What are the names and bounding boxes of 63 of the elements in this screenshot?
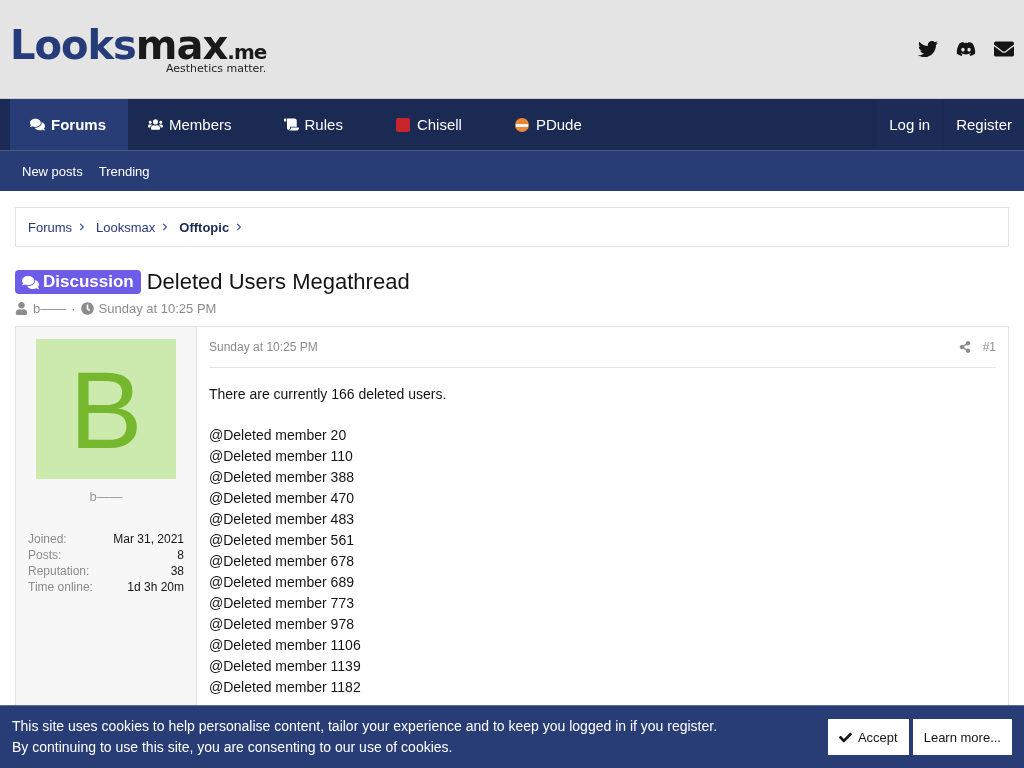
mention-link[interactable]: @Deleted member 483 [209, 509, 996, 530]
chevron-icon [161, 223, 170, 231]
accept-button[interactable]: Accept [827, 719, 909, 755]
learn-more-button[interactable]: Learn more... [912, 719, 1012, 755]
comments-icon [30, 117, 45, 132]
mention-link[interactable]: @Deleted member 388 [209, 467, 996, 488]
mention-link[interactable]: @Deleted member 1139 [209, 656, 996, 677]
account-link[interactable]: Log in [877, 99, 943, 150]
separator-dot: · [71, 301, 76, 316]
logo-suffix: .me [227, 41, 267, 62]
stat-label: Joined: [28, 532, 68, 546]
logo-text: max [135, 24, 228, 65]
thread-date[interactable]: Sunday at 10:25 PM [98, 301, 217, 316]
nav-tab[interactable]: Members [128, 99, 254, 150]
mail-icon[interactable] [994, 39, 1014, 59]
chevron-icon [235, 223, 244, 231]
subnav-link[interactable]: Trending [98, 163, 150, 179]
nav-tab[interactable]: Chisell [374, 99, 484, 150]
author-name[interactable]: b—— [33, 301, 67, 316]
subnav-link[interactable]: New posts [22, 163, 83, 179]
post-text: There are currently 166 deleted users. [209, 385, 448, 404]
share-icon[interactable] [958, 341, 971, 353]
mention-link[interactable]: @Deleted member 110 [209, 446, 996, 467]
mention-link[interactable]: @Deleted member 1106 [209, 635, 996, 656]
post-date[interactable]: Sunday at 10:25 PM [209, 340, 318, 354]
scroll-icon [283, 117, 299, 132]
mention-link[interactable]: @Deleted member 1182 [209, 677, 996, 698]
stat-label: Reputation: [28, 564, 91, 578]
breadcrumb-link[interactable]: Forums [28, 219, 73, 235]
stat-value: 38 [169, 564, 184, 578]
logo-tagline: Aesthetics matter. [165, 62, 267, 74]
mention-link[interactable]: @Deleted member 20 [209, 425, 996, 446]
mention-link[interactable]: @Deleted member 470 [209, 488, 996, 509]
cookie-text: By continuing to use this site, you are consenting to our use of cookies. [12, 738, 454, 757]
mention-link[interactable]: @Deleted member 689 [209, 572, 996, 593]
nav-tab[interactable]: PDude [493, 99, 604, 150]
account-link[interactable]: Register [944, 99, 1024, 150]
nav-tab[interactable]: Rules [263, 99, 365, 150]
site-logo[interactable]: Looksmax.me Aesthetics matter. [10, 24, 267, 74]
thread-title: Deleted Users Megathread [146, 269, 410, 295]
clock-icon [80, 302, 94, 315]
stat-value: Mar 31, 2021 [113, 532, 184, 546]
mention-link[interactable]: @Deleted member 561 [209, 530, 996, 551]
discord-icon[interactable] [956, 39, 976, 59]
mention-link[interactable]: @Deleted member 773 [209, 593, 996, 614]
logo-text: Looks [10, 24, 136, 65]
mention-link[interactable]: @Deleted member 678 [209, 551, 996, 572]
chevron-icon [78, 223, 87, 231]
cookie-text: This site uses cookies to help personalise content, tailor your experience and to keep you logged in if you register. [12, 717, 718, 736]
stat-value: 1d 3h 20m [126, 580, 184, 594]
nav-tab[interactable]: Forums [10, 99, 128, 150]
breadcrumb-link[interactable]: Looksmax [96, 219, 156, 235]
comments-icon [22, 273, 39, 291]
check-icon [838, 730, 852, 744]
mention-link[interactable]: @Deleted member 978 [209, 614, 996, 635]
breadcrumb-link[interactable]: Offtopic [179, 219, 230, 235]
users-icon [148, 117, 163, 132]
user-icon [15, 302, 28, 315]
twitter-icon[interactable] [918, 39, 938, 59]
prefix-label: Discussion [15, 270, 141, 294]
stat-value: 8 [176, 548, 184, 562]
stat-label: Time online: [28, 580, 94, 594]
stat-label: Posts: [28, 548, 63, 562]
